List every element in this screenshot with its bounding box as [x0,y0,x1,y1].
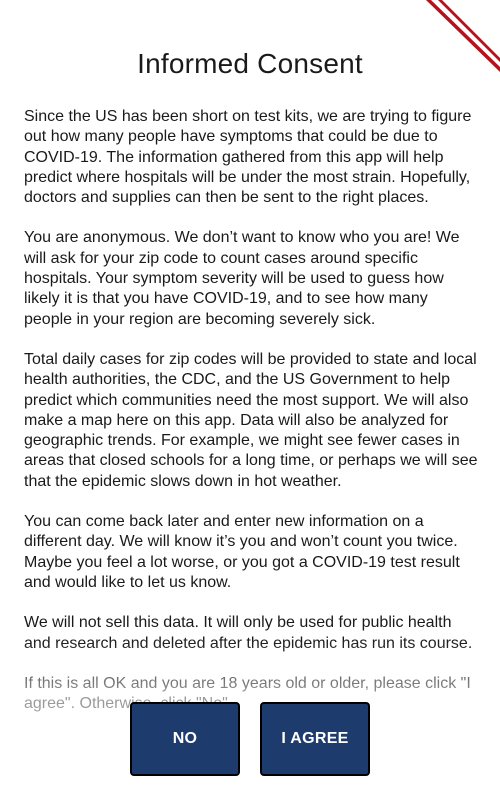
consent-paragraph: You are anonymous. We don’t want to know… [24,229,460,328]
consent-paragraph: Total daily cases for zip codes will be … [24,350,478,490]
no-button[interactable]: NO [130,702,240,776]
page-title: Informed Consent [137,48,363,79]
consent-paragraph: You can come back later and enter new in… [24,513,460,591]
consent-paragraph: Since the US has been short on test kits… [24,108,472,207]
agree-button[interactable]: I AGREE [260,702,370,776]
consent-text: Since the US has been short on test kits… [24,107,479,734]
consent-paragraph: We will not sell this data. It will only… [24,614,473,652]
consent-paragraph: If this is all OK and you are 18 years o… [24,674,471,713]
